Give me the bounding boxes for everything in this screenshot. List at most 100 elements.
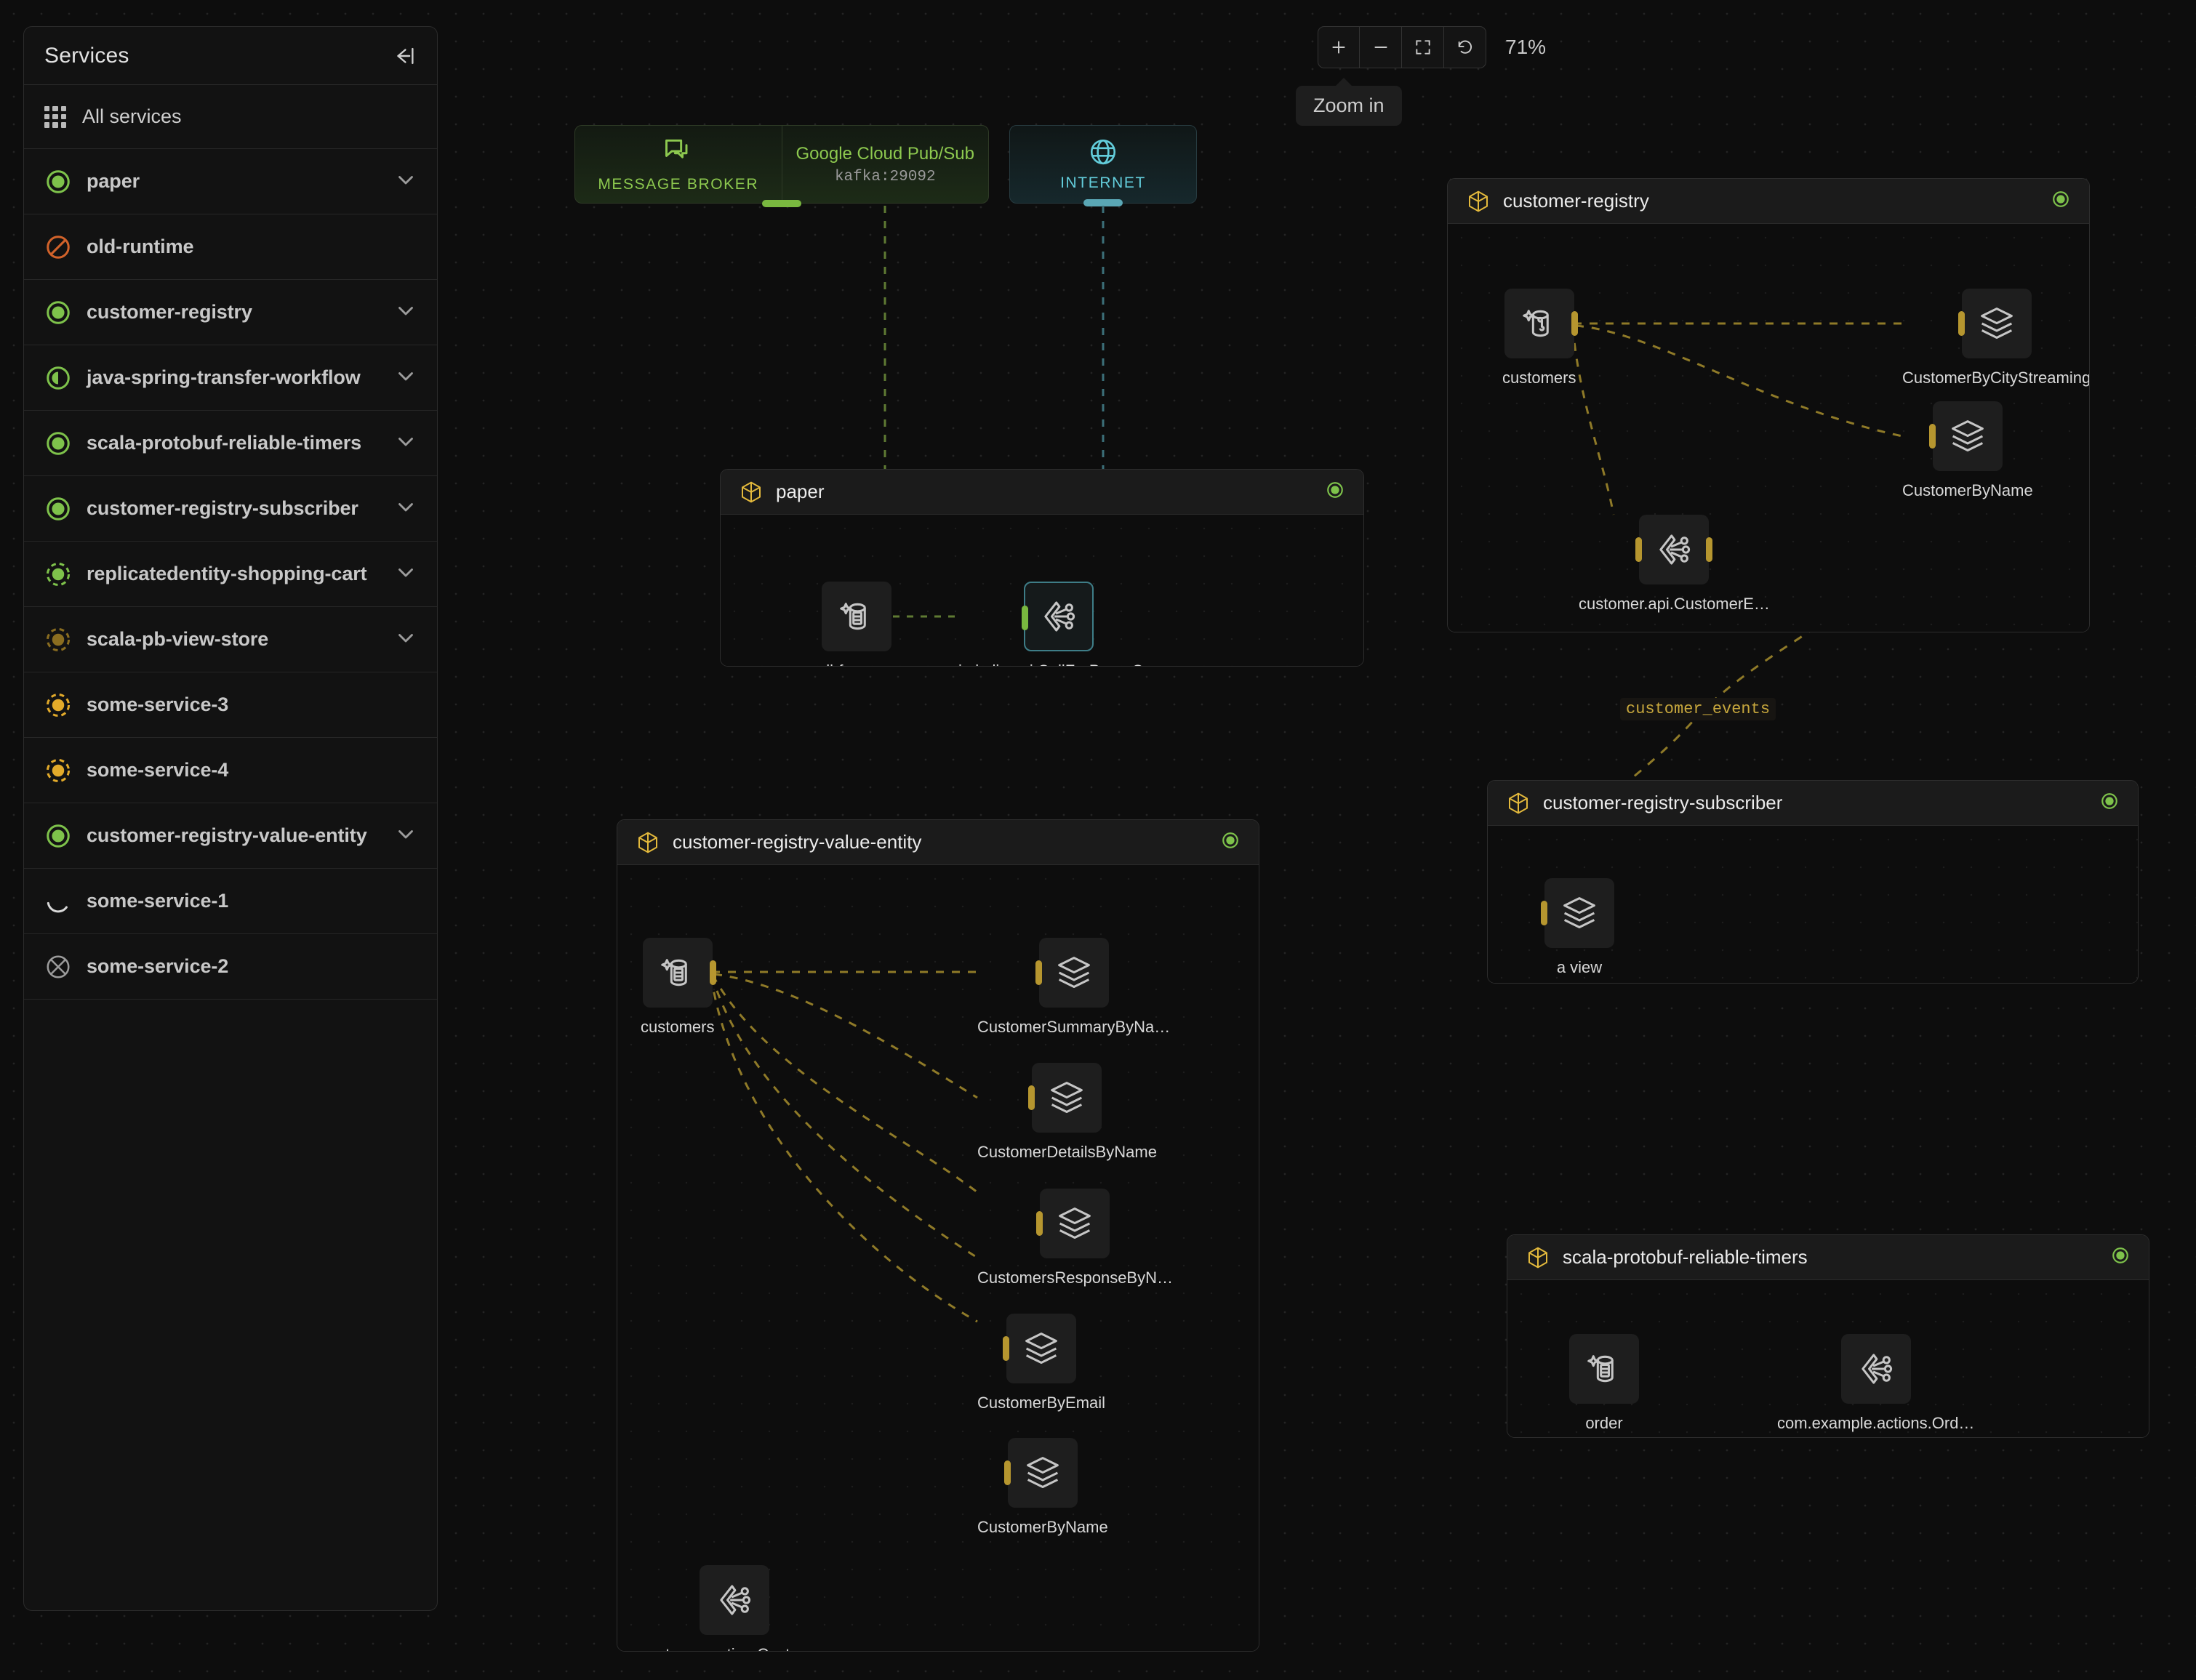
- status-icon-amber: [44, 757, 72, 784]
- node-label: a view: [1557, 958, 1602, 977]
- chevron-down-icon[interactable]: [393, 821, 418, 850]
- pubsub-out-port: [762, 200, 801, 207]
- status-badge: [1326, 481, 1345, 503]
- sidebar-item-some-service-3[interactable]: some-service-3: [24, 672, 437, 738]
- graph-node[interactable]: CustomerSummaryByNa…: [977, 938, 1170, 1037]
- graph-node[interactable]: customers: [641, 938, 714, 1037]
- status-icon-ok: [44, 822, 72, 850]
- node-box[interactable]: [1639, 515, 1709, 584]
- panel-customer-registry[interactable]: customer-registry: [1447, 178, 2090, 632]
- status-icon-amber-dim: [44, 626, 72, 654]
- action-branch-icon: [716, 1581, 753, 1619]
- graph-node[interactable]: order: [1569, 1334, 1639, 1433]
- panel-scala-protobuf-reliable-timers[interactable]: scala-protobuf-reliable-timers order: [1507, 1234, 2149, 1438]
- sidebar-item-label: paper: [87, 169, 379, 195]
- status-icon-amber: [44, 691, 72, 719]
- graph-node[interactable]: customer.api.CustomerE…: [1579, 515, 1770, 614]
- node-input-port: [1003, 1336, 1009, 1361]
- view-layers-icon: [1022, 1330, 1060, 1367]
- node-box[interactable]: [1962, 289, 2032, 358]
- sidebar-title: Services: [44, 44, 129, 68]
- google-pubsub-node[interactable]: Google Cloud Pub/Sub kafka:29092: [782, 125, 990, 204]
- sidebar-item-scala-pb-view-store[interactable]: scala-pb-view-store: [24, 607, 437, 672]
- graph-node[interactable]: customer.action.Custom…: [641, 1565, 828, 1652]
- node-label: CustomerDetailsByName: [977, 1143, 1157, 1162]
- entity-cylinder-icon: [838, 598, 875, 635]
- chevron-down-icon[interactable]: [393, 429, 418, 457]
- panel-title: customer-registry: [1503, 190, 2038, 212]
- node-box[interactable]: [1841, 1334, 1911, 1404]
- node-box[interactable]: [1039, 938, 1109, 1008]
- graph-node[interactable]: a view: [1544, 878, 1614, 977]
- sidebar-item-label: some-service-1: [87, 888, 418, 915]
- graph-node[interactable]: CustomersResponseByN…: [977, 1189, 1173, 1287]
- chevron-down-icon[interactable]: [393, 625, 418, 654]
- action-branch-icon: [1655, 531, 1693, 568]
- chevron-down-icon[interactable]: [393, 167, 418, 196]
- zoom-level-label: 71%: [1505, 36, 1546, 59]
- panel-body: customers CustomerByCityStreaming: [1448, 224, 2089, 632]
- panel-paper[interactable]: paper call-for-paper: [720, 469, 1364, 667]
- panel-customer-registry-value-entity[interactable]: customer-registry-value-entity: [617, 819, 1259, 1652]
- graph-node[interactable]: CustomerByName: [1902, 401, 2033, 500]
- node-box[interactable]: [1024, 582, 1094, 651]
- reset-rotate-icon[interactable]: [1444, 26, 1486, 68]
- globe-icon: [1088, 137, 1118, 167]
- graph-node[interactable]: CustomerDetailsByName: [977, 1063, 1157, 1162]
- node-box[interactable]: [1504, 289, 1574, 358]
- node-box[interactable]: [1933, 401, 2003, 471]
- panel-header: scala-protobuf-reliable-timers: [1507, 1235, 2149, 1280]
- graph-node[interactable]: CustomerByName: [977, 1438, 1108, 1537]
- zoom-in-button[interactable]: [1318, 26, 1360, 68]
- node-box[interactable]: [1032, 1063, 1102, 1133]
- sidebar-item-some-service-1[interactable]: some-service-1: [24, 869, 437, 934]
- sidebar-item-customer-registry[interactable]: customer-registry: [24, 280, 437, 345]
- chevron-down-icon[interactable]: [393, 494, 418, 523]
- internet-label: INTERNET: [1060, 174, 1146, 192]
- sidebar-item-java-spring-transfer-workflow[interactable]: java-spring-transfer-workflow: [24, 345, 437, 411]
- chevron-down-icon[interactable]: [393, 363, 418, 392]
- panel-title: customer-registry-value-entity: [673, 831, 1208, 853]
- node-label: customer.api.CustomerE…: [1579, 595, 1770, 614]
- pubsub-title: Google Cloud Pub/Sub: [796, 144, 974, 164]
- graph-node[interactable]: io.kalix.api.CallForPaperC…: [958, 582, 1159, 667]
- fit-to-screen-icon[interactable]: [1402, 26, 1444, 68]
- chevron-down-icon[interactable]: [393, 298, 418, 326]
- internet-node[interactable]: INTERNET: [1009, 125, 1197, 204]
- sidebar-item-all-services[interactable]: All services: [24, 85, 437, 149]
- node-box[interactable]: [1040, 1189, 1110, 1258]
- sidebar-item-label: customer-registry-value-entity: [87, 823, 379, 849]
- message-broker-node[interactable]: MESSAGE BROKER: [574, 125, 782, 204]
- node-box[interactable]: [1544, 878, 1614, 948]
- node-box[interactable]: [1008, 1438, 1078, 1508]
- node-box[interactable]: [1569, 1334, 1639, 1404]
- graph-node[interactable]: customers: [1502, 289, 1576, 387]
- status-badge: [2051, 190, 2070, 212]
- node-box[interactable]: [1006, 1314, 1076, 1383]
- chevron-down-icon[interactable]: [393, 560, 418, 588]
- node-label: CustomerSummaryByNa…: [977, 1018, 1170, 1037]
- node-box[interactable]: [700, 1565, 769, 1635]
- message-broker-chat-icon: [662, 135, 694, 167]
- graph-node[interactable]: call-for-paper: [809, 582, 904, 667]
- sidebar-item-scala-protobuf-reliable-timers[interactable]: scala-protobuf-reliable-timers: [24, 411, 437, 476]
- sidebar-item-old-runtime[interactable]: old-runtime: [24, 214, 437, 280]
- zoom-out-button[interactable]: [1360, 26, 1402, 68]
- app-root: Services All services paperold-runtimecu…: [0, 0, 2196, 1680]
- graph-node[interactable]: com.example.actions.Ord…: [1777, 1334, 1974, 1433]
- sidebar-item-replicatedentity-shopping-cart[interactable]: replicatedentity-shopping-cart: [24, 542, 437, 607]
- node-input-port: [1022, 606, 1028, 630]
- node-box[interactable]: [822, 582, 891, 651]
- sidebar-item-customer-registry-value-entity[interactable]: customer-registry-value-entity: [24, 803, 437, 869]
- sidebar-item-customer-registry-subscriber[interactable]: customer-registry-subscriber: [24, 476, 437, 542]
- status-badge: [2111, 1246, 2130, 1269]
- graph-node[interactable]: CustomerByEmail: [977, 1314, 1105, 1412]
- sidebar-item-some-service-4[interactable]: some-service-4: [24, 738, 437, 803]
- node-box[interactable]: [643, 938, 713, 1008]
- status-icon-loading: [44, 888, 72, 915]
- collapse-panel-icon[interactable]: [392, 44, 417, 68]
- sidebar-item-paper[interactable]: paper: [24, 149, 437, 214]
- graph-node[interactable]: CustomerByCityStreaming: [1902, 289, 2090, 387]
- sidebar-item-some-service-2[interactable]: some-service-2: [24, 934, 437, 1000]
- panel-customer-registry-subscriber[interactable]: customer-registry-subscriber a view: [1487, 780, 2139, 984]
